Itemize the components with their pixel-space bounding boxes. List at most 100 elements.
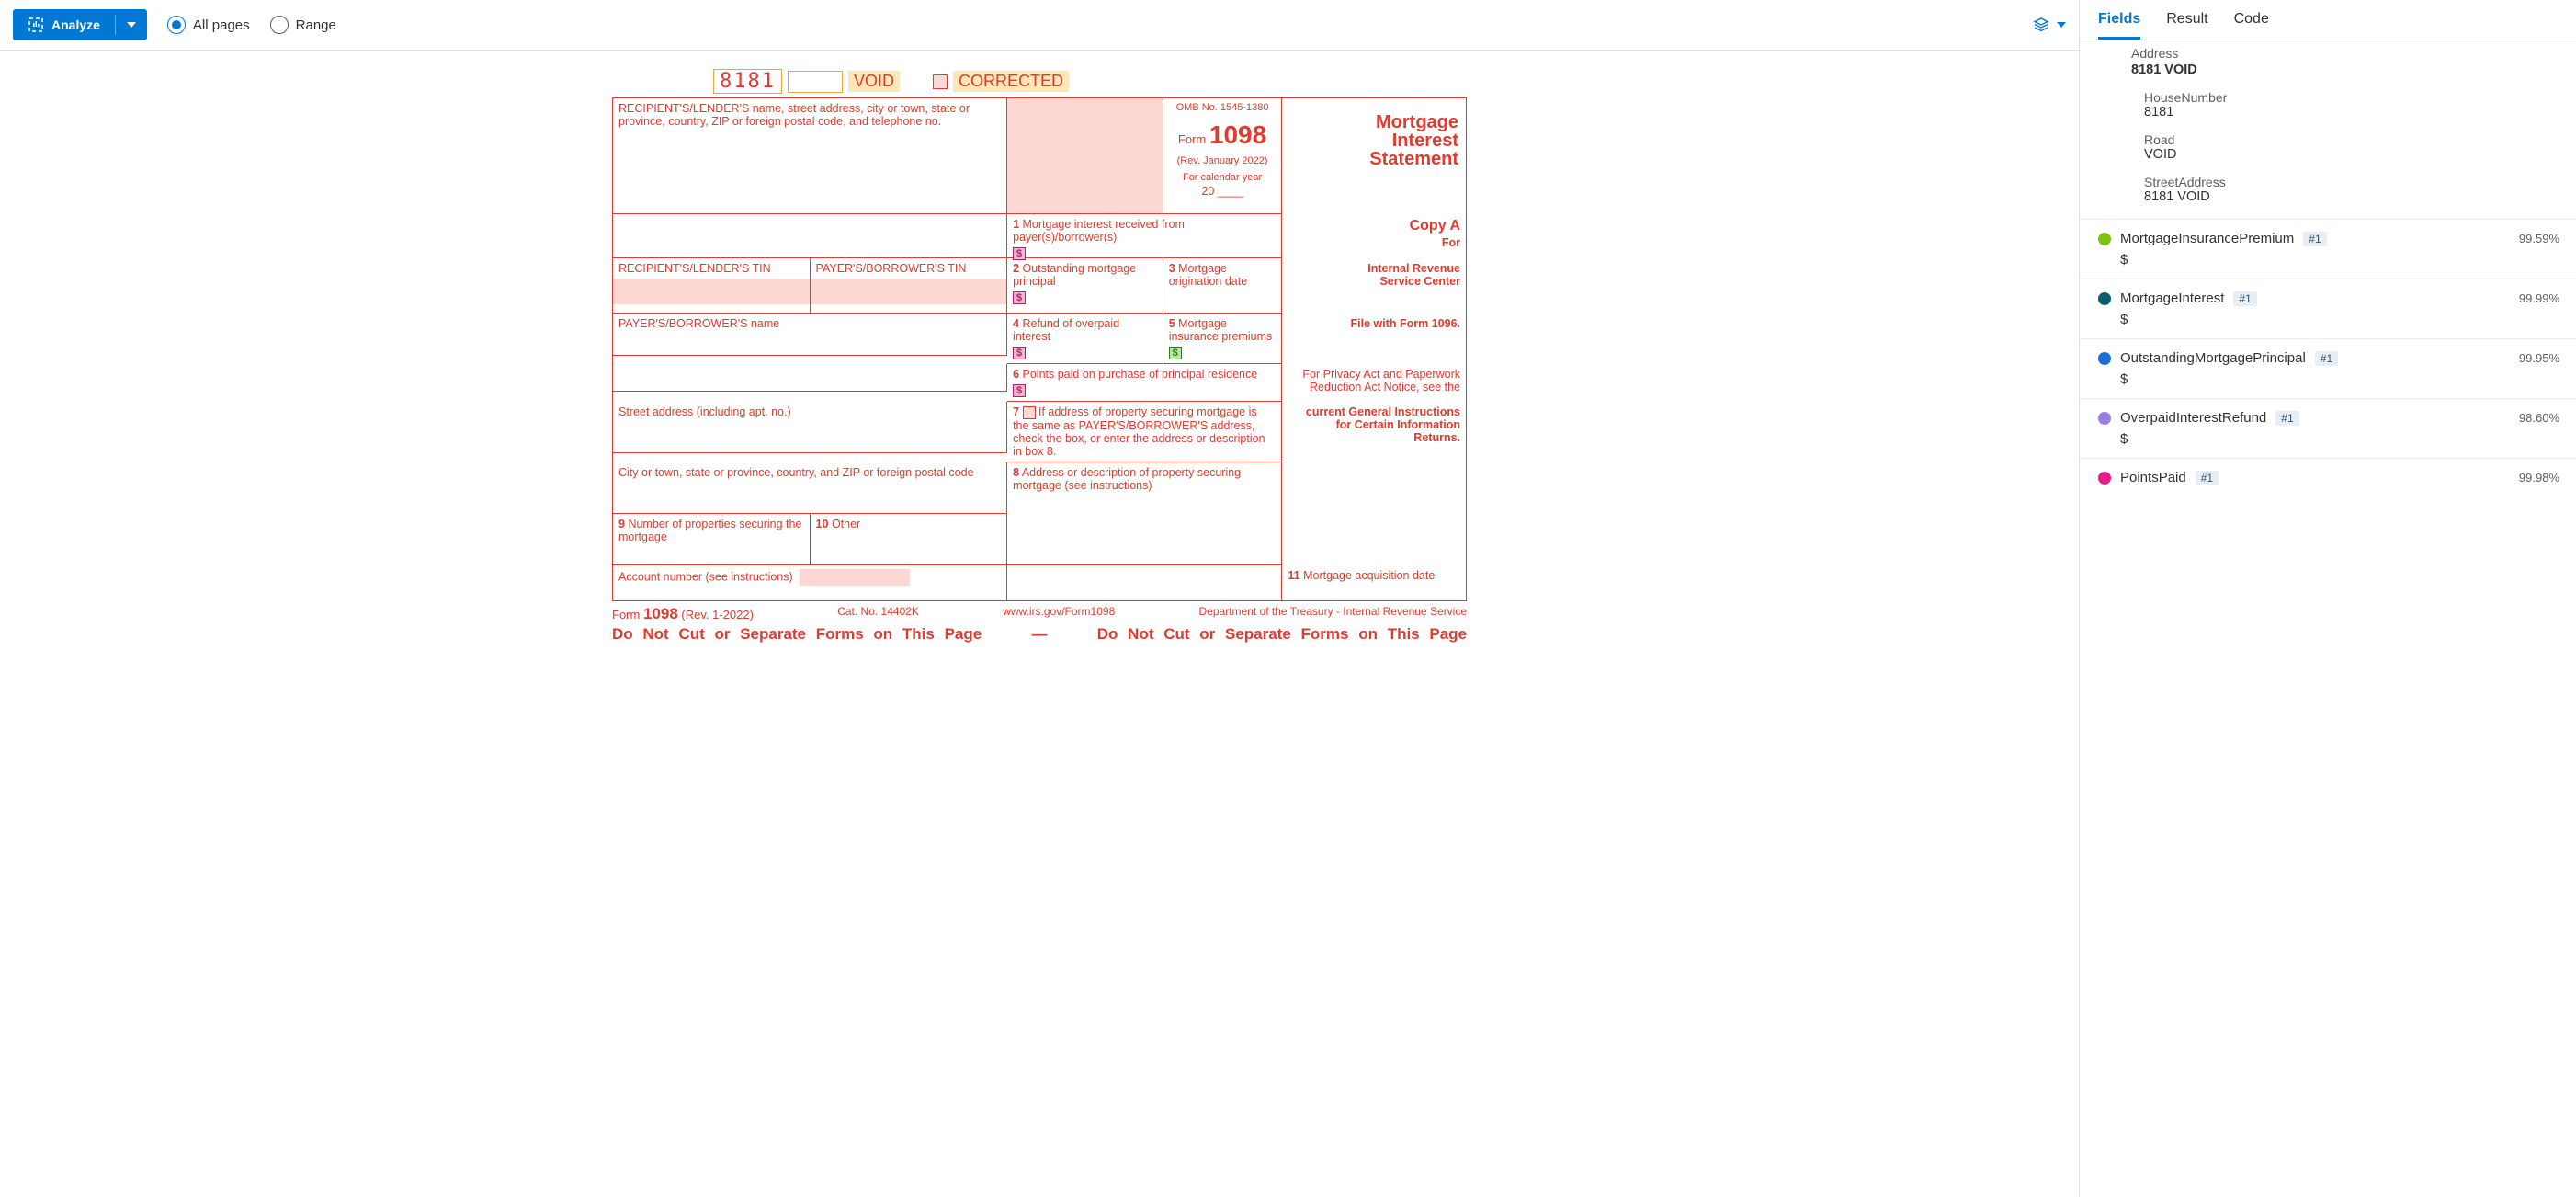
tab-fields[interactable]: Fields	[2098, 11, 2140, 40]
field-color-dot	[2098, 412, 2111, 425]
radio-icon	[270, 16, 289, 34]
form-top-number: 8181	[713, 69, 782, 94]
radio-all-pages-label: All pages	[193, 17, 250, 33]
blank-pink-cell	[1007, 98, 1163, 214]
layers-button[interactable]	[2033, 17, 2066, 33]
field-item[interactable]: PointsPaid #1 99.98%	[2080, 458, 2576, 496]
field-item[interactable]: MortgageInsurancePremium #1 99.59% $	[2080, 219, 2576, 279]
field-name: OverpaidInterestRefund	[2120, 410, 2266, 426]
analyze-icon	[28, 17, 44, 33]
field-value: $	[2120, 252, 2559, 268]
field-value: $	[2120, 312, 2559, 327]
field-item[interactable]: MortgageInterest #1 99.99% $	[2080, 279, 2576, 338]
field-name: MortgageInterest	[2120, 291, 2224, 306]
tab-result[interactable]: Result	[2166, 11, 2207, 40]
chevron-down-icon	[127, 22, 136, 28]
analyze-label: Analyze	[51, 17, 100, 32]
corrected-label: CORRECTED	[953, 71, 1069, 92]
dollar-icon: $	[1013, 347, 1026, 359]
field-name: OutstandingMortgagePrincipal	[2120, 350, 2306, 366]
field-item[interactable]: OverpaidInterestRefund #1 98.60% $	[2080, 398, 2576, 458]
blank-right-2	[1282, 514, 1466, 565]
form-id-cell: OMB No. 1545-1380 Form 1098 (Rev. Januar…	[1163, 98, 1283, 214]
box-8-cont	[1007, 514, 1282, 565]
field-item[interactable]: OutstandingMortgagePrincipal#199.95%$	[2080, 338, 2576, 398]
blank-right	[1282, 462, 1466, 514]
box-8: 8 Address or description of property sec…	[1007, 462, 1282, 514]
box-7: 7 If address of property securing mortga…	[1007, 402, 1282, 462]
box-4: 4 Refund of overpaid interest $	[1007, 314, 1163, 364]
field-name: MortgageInsurancePremium	[2120, 231, 2294, 246]
blank-slot	[788, 71, 843, 93]
chevron-down-icon	[2057, 22, 2066, 28]
form-1098: 8181 VOID CORRECTED RECIPIENT'S/LENDER'S…	[612, 69, 1467, 644]
payer-name-cont	[613, 364, 1007, 392]
form-title-cell: Mortgage Interest Statement	[1282, 98, 1466, 214]
radio-icon	[167, 16, 186, 34]
recipient-tin: RECIPIENT'S/LENDER'S TIN	[613, 258, 811, 314]
void-label: VOID	[848, 71, 900, 92]
file-with: File with Form 1096.	[1282, 314, 1466, 364]
toolbar: Analyze All pages Range	[0, 0, 2079, 51]
layers-icon	[2033, 17, 2049, 33]
address-title: Address	[2131, 46, 2558, 61]
tabs: Fields Result Code	[2080, 0, 2576, 40]
field-confidence: 99.95%	[2519, 351, 2559, 365]
field-confidence: 99.98%	[2519, 471, 2559, 484]
field-badge: #1	[2303, 232, 2326, 246]
radio-all-pages[interactable]: All pages	[167, 16, 250, 34]
dollar-icon: $	[1013, 291, 1026, 304]
address-block: Address 8181 VOID HouseNumber 8181 Road …	[2080, 40, 2576, 219]
radio-range-label: Range	[296, 17, 336, 33]
box-6: 6 Points paid on purchase of principal r…	[1007, 364, 1282, 402]
copy-a-cell: Copy A For	[1282, 214, 1466, 258]
street-address: Street address (including apt. no.)	[613, 402, 1007, 453]
box-10: 10 Other	[811, 514, 1008, 565]
account-number: Account number (see instructions)	[613, 565, 1007, 600]
box-1: 1 Mortgage interest received from payer(…	[1007, 214, 1282, 258]
house-number-value: 8181	[2144, 105, 2558, 120]
field-name: PointsPaid	[2120, 470, 2186, 485]
recipient-lender-cell: RECIPIENT'S/LENDER'S name, street addres…	[613, 98, 1007, 214]
field-value: $	[2120, 431, 2559, 447]
field-color-dot	[2098, 352, 2111, 365]
field-color-dot	[2098, 292, 2111, 305]
city-cell: City or town, state or province, country…	[613, 462, 1007, 514]
house-number-key: HouseNumber	[2144, 90, 2558, 105]
analyze-button[interactable]: Analyze	[13, 9, 147, 40]
street-address-key: StreetAddress	[2144, 175, 2558, 189]
field-badge: #1	[2233, 291, 2256, 306]
analyze-dropdown[interactable]	[115, 15, 147, 35]
fields-panel[interactable]: Address 8181 VOID HouseNumber 8181 Road …	[2080, 40, 2576, 1197]
box-11: 11 Mortgage acquisition date	[1282, 565, 1466, 600]
copy-a-irs: Internal Revenue Service Center	[1282, 258, 1466, 314]
payer-name: PAYER'S/BORROWER'S name	[613, 314, 1007, 356]
road-key: Road	[2144, 132, 2558, 147]
radio-range[interactable]: Range	[270, 16, 336, 34]
field-confidence: 98.60%	[2519, 411, 2559, 425]
field-badge: #1	[2196, 471, 2219, 485]
dollar-icon: $	[1013, 384, 1026, 397]
privacy-2: current General Instructions for Certain…	[1282, 402, 1466, 462]
document-viewport[interactable]: 8181 VOID CORRECTED RECIPIENT'S/LENDER'S…	[0, 51, 2079, 1197]
field-color-dot	[2098, 472, 2111, 484]
box-2: 2 Outstanding mortgage principal $	[1007, 258, 1163, 314]
dollar-icon: $	[1169, 347, 1182, 359]
box-9: 9 Number of properties securing the mort…	[613, 514, 811, 565]
recipient-lender-cont	[613, 214, 1007, 258]
address-value: 8181 VOID	[2131, 63, 2558, 77]
street-address-value: 8181 VOID	[2144, 189, 2558, 204]
corrected-checkbox	[933, 74, 948, 89]
field-confidence: 99.99%	[2519, 291, 2559, 305]
privacy-1: For Privacy Act and Paperwork Reduction …	[1282, 364, 1466, 402]
field-confidence: 99.59%	[2519, 232, 2559, 245]
checkbox-icon	[1023, 406, 1036, 419]
field-color-dot	[2098, 233, 2111, 245]
tab-code[interactable]: Code	[2234, 11, 2269, 40]
payer-tin: PAYER'S/BORROWER'S TIN	[811, 258, 1008, 314]
field-badge: #1	[2315, 351, 2338, 366]
box-8-cont2	[1007, 565, 1282, 600]
box-3: 3 Mortgage origination date	[1163, 258, 1283, 314]
road-value: VOID	[2144, 147, 2558, 162]
field-badge: #1	[2275, 411, 2298, 426]
